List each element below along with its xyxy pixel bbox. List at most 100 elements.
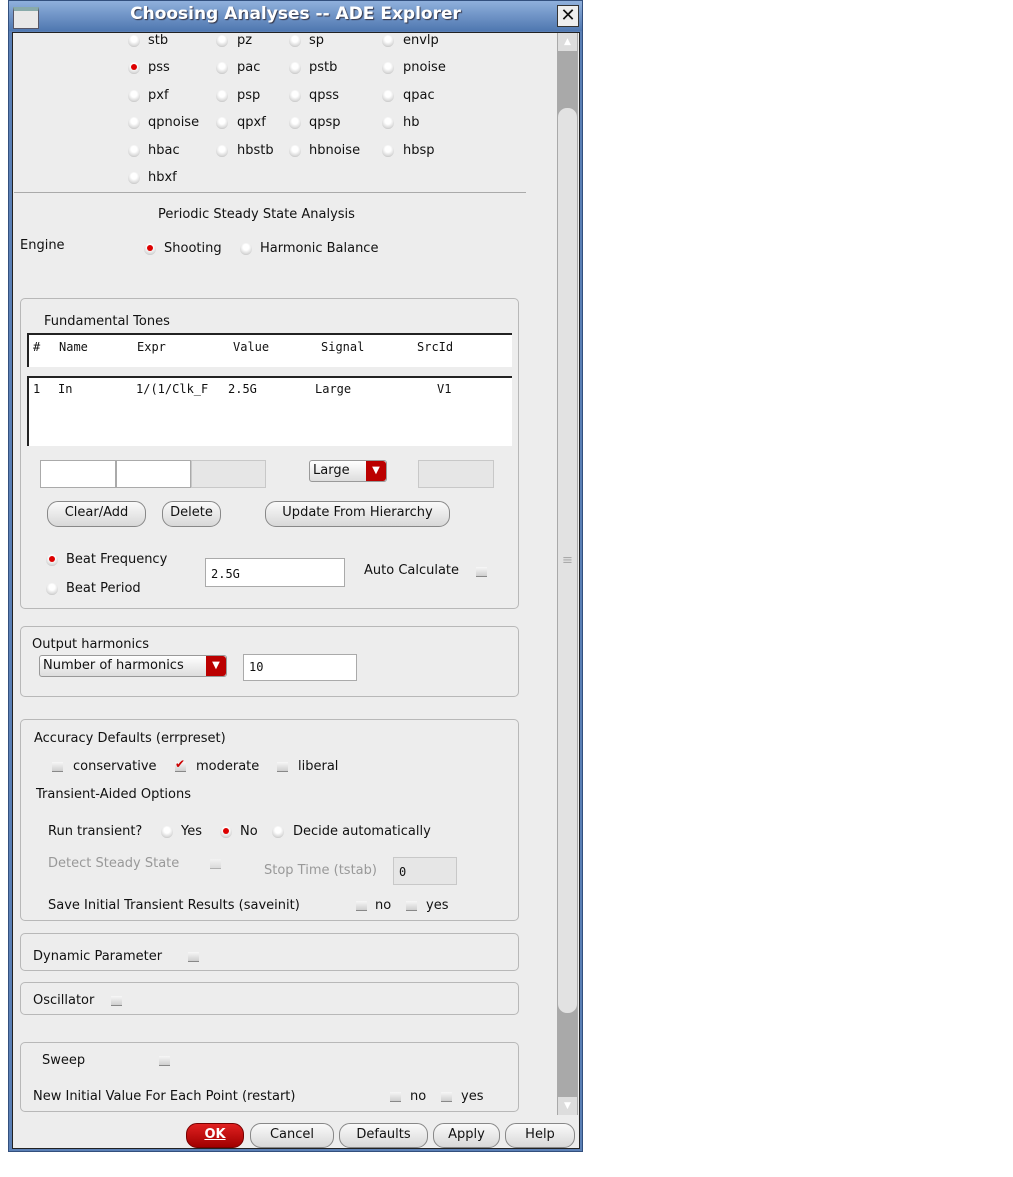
analysis-sp-radio[interactable]	[289, 35, 301, 47]
moderate-label: moderate	[196, 759, 260, 774]
update-from-hierarchy-button[interactable]: Update From Hierarchy	[265, 501, 450, 527]
scroll-down-icon[interactable]: ▼	[558, 1097, 577, 1115]
ok-button[interactable]: OK	[186, 1123, 244, 1148]
analysis-envlp-label: envlp	[403, 33, 439, 48]
run-transient-auto-radio[interactable]	[272, 826, 284, 838]
engine-harmonic-balance-radio[interactable]	[240, 243, 252, 255]
saveinit-label: Save Initial Transient Results (saveinit…	[48, 898, 300, 913]
analysis-hbsp-radio[interactable]	[382, 145, 394, 157]
auto-calculate-checkbox[interactable]	[476, 567, 487, 577]
analysis-pz-radio[interactable]	[216, 35, 228, 47]
cancel-button[interactable]: Cancel	[250, 1123, 334, 1148]
scroll-up-icon[interactable]: ▲	[558, 33, 577, 51]
analysis-qpnoise-radio[interactable]	[128, 117, 140, 129]
title-bar: Choosing Analyses -- ADE Explorer ✕	[9, 1, 582, 31]
beat-frequency-label: Beat Frequency	[66, 552, 168, 567]
analysis-pac-radio[interactable]	[216, 62, 228, 74]
analysis-qpac-radio[interactable]	[382, 90, 394, 102]
cell: V1	[437, 382, 452, 396]
analysis-pss-radio[interactable]	[128, 62, 140, 74]
sweep-label: Sweep	[42, 1053, 86, 1068]
dynamic-parameter-label: Dynamic Parameter	[33, 949, 163, 964]
tone-expr-input[interactable]	[116, 460, 191, 488]
analysis-pnoise-radio[interactable]	[382, 62, 394, 74]
harmonics-mode-value: Number of harmonics	[43, 658, 184, 673]
scrollbar[interactable]: ▲ ≡ ▼	[557, 33, 578, 1115]
analysis-psp-label: psp	[237, 88, 261, 103]
beat-period-radio[interactable]	[46, 583, 58, 595]
oscillator-label: Oscillator	[33, 993, 95, 1008]
analysis-hbxf-label: hbxf	[148, 170, 177, 185]
harmonics-mode-select[interactable]: Number of harmonics ▼	[39, 655, 227, 677]
moderate-checkbox[interactable]	[175, 757, 186, 772]
analysis-qpac-label: qpac	[403, 88, 435, 103]
cell: In	[58, 382, 73, 396]
engine-shooting-radio[interactable]	[144, 243, 156, 255]
saveinit-yes-label: yes	[426, 898, 449, 913]
restart-no-checkbox[interactable]	[390, 1092, 401, 1102]
detect-steady-state-label: Detect Steady State	[48, 856, 180, 871]
defaults-button[interactable]: Defaults	[339, 1123, 428, 1148]
analysis-qpnoise-label: qpnoise	[148, 115, 200, 130]
restart-yes-checkbox[interactable]	[441, 1092, 452, 1102]
col-header: Name	[59, 340, 88, 354]
analysis-pnoise-label: pnoise	[403, 60, 446, 75]
analysis-hbnoise-radio[interactable]	[289, 145, 301, 157]
analysis-stb-radio[interactable]	[128, 35, 140, 47]
cell: 1	[33, 382, 41, 396]
dynamic-parameter-checkbox[interactable]	[188, 952, 199, 962]
analysis-pstb-radio[interactable]	[289, 62, 301, 74]
fundamental-tones-title: Fundamental Tones	[44, 314, 170, 329]
engine-harmonic-balance-label: Harmonic Balance	[260, 241, 379, 256]
clear-add-button[interactable]: Clear/Add	[47, 501, 146, 527]
analysis-envlp-radio[interactable]	[382, 35, 394, 47]
analysis-pxf-label: pxf	[148, 88, 169, 103]
separator	[14, 192, 526, 193]
accuracy-group	[20, 719, 519, 921]
analysis-qpxf-radio[interactable]	[216, 117, 228, 129]
oscillator-group	[20, 982, 519, 1015]
signal-select[interactable]: Large ▼	[309, 460, 387, 482]
analysis-pz-label: pz	[237, 33, 253, 48]
sweep-checkbox[interactable]	[159, 1056, 170, 1066]
harmonics-value-input[interactable]: 10	[243, 654, 357, 681]
liberal-label: liberal	[298, 759, 339, 774]
analysis-hbxf-radio[interactable]	[128, 172, 140, 184]
analysis-psp-radio[interactable]	[216, 90, 228, 102]
analysis-hbsp-label: hbsp	[403, 143, 435, 158]
apply-button[interactable]: Apply	[433, 1123, 500, 1148]
scroll-thumb[interactable]: ≡	[558, 108, 577, 1013]
analysis-hb-radio[interactable]	[382, 117, 394, 129]
analysis-qpss-radio[interactable]	[289, 90, 301, 102]
close-icon[interactable]: ✕	[557, 5, 579, 27]
chevron-down-icon: ▼	[206, 656, 226, 676]
help-button[interactable]: Help	[505, 1123, 575, 1148]
saveinit-yes-checkbox[interactable]	[406, 901, 417, 911]
run-transient-no-radio[interactable]	[220, 826, 232, 838]
beat-period-label: Beat Period	[66, 581, 141, 596]
signal-select-value: Large	[313, 463, 350, 478]
analysis-hbstb-label: hbstb	[237, 143, 274, 158]
delete-button[interactable]: Delete	[162, 501, 221, 527]
liberal-checkbox[interactable]	[277, 762, 288, 772]
beat-value-input[interactable]: 2.5G	[205, 558, 345, 587]
restart-yes-label: yes	[461, 1089, 484, 1104]
run-transient-auto-label: Decide automatically	[293, 824, 431, 839]
run-transient-label: Run transient?	[48, 824, 143, 839]
beat-frequency-radio[interactable]	[46, 554, 58, 566]
engine-shooting-label: Shooting	[164, 241, 222, 256]
tone-name-input[interactable]	[40, 460, 116, 488]
run-transient-yes-radio[interactable]	[161, 826, 173, 838]
analysis-qpsp-radio[interactable]	[289, 117, 301, 129]
analysis-pstb-label: pstb	[309, 60, 338, 75]
analysis-hbstb-radio[interactable]	[216, 145, 228, 157]
analysis-pxf-radio[interactable]	[128, 90, 140, 102]
oscillator-checkbox[interactable]	[111, 996, 122, 1006]
accuracy-title: Accuracy Defaults (errpreset)	[34, 731, 226, 746]
analysis-qpxf-label: qpxf	[237, 115, 266, 130]
saveinit-no-checkbox[interactable]	[356, 901, 367, 911]
conservative-checkbox[interactable]	[52, 762, 63, 772]
run-transient-yes-label: Yes	[181, 824, 202, 839]
section-title: Periodic Steady State Analysis	[158, 207, 355, 222]
analysis-hbac-radio[interactable]	[128, 145, 140, 157]
